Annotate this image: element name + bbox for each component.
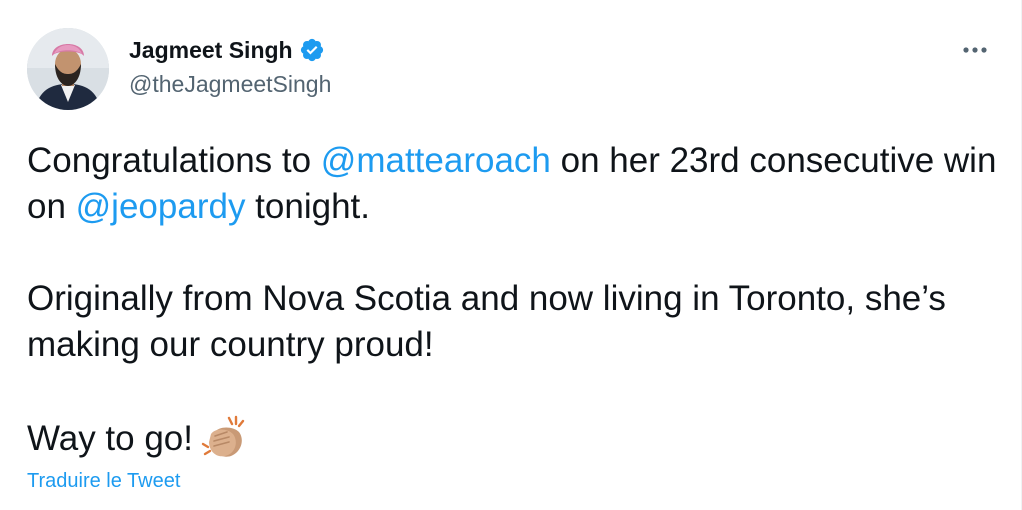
more-options-button[interactable] bbox=[958, 36, 992, 64]
mention-link-mattearoach[interactable]: @mattearoach bbox=[321, 141, 551, 180]
tweet-paragraph-2: Originally from Nova Scotia and now livi… bbox=[27, 279, 946, 364]
tweet-text-segment: Way to go! bbox=[27, 419, 193, 458]
author-name-row: Jagmeet Singh bbox=[129, 36, 325, 64]
tweet-text-segment: tonight. bbox=[245, 187, 370, 226]
ellipsis-icon bbox=[963, 47, 987, 53]
tweet-paragraph-3: Way to go! bbox=[27, 414, 997, 462]
tweet-text-segment: Congratulations to bbox=[27, 141, 321, 180]
tweet-text: Congratulations to @mattearoach on her 2… bbox=[27, 138, 997, 462]
verified-badge-icon bbox=[299, 37, 325, 63]
translate-tweet-link[interactable]: Traduire le Tweet bbox=[27, 468, 180, 494]
avatar[interactable] bbox=[27, 28, 109, 110]
tweet-paragraph-1: Congratulations to @mattearoach on her 2… bbox=[27, 138, 997, 230]
avatar-image bbox=[27, 28, 109, 110]
clapping-hands-icon bbox=[199, 414, 249, 460]
author-display-name[interactable]: Jagmeet Singh bbox=[129, 36, 293, 64]
author-handle[interactable]: @theJagmeetSingh bbox=[129, 70, 331, 98]
mention-link-jeopardy[interactable]: @jeopardy bbox=[76, 187, 246, 226]
tweet-card: Jagmeet Singh @theJagmeetSingh Congratul… bbox=[0, 0, 1022, 510]
